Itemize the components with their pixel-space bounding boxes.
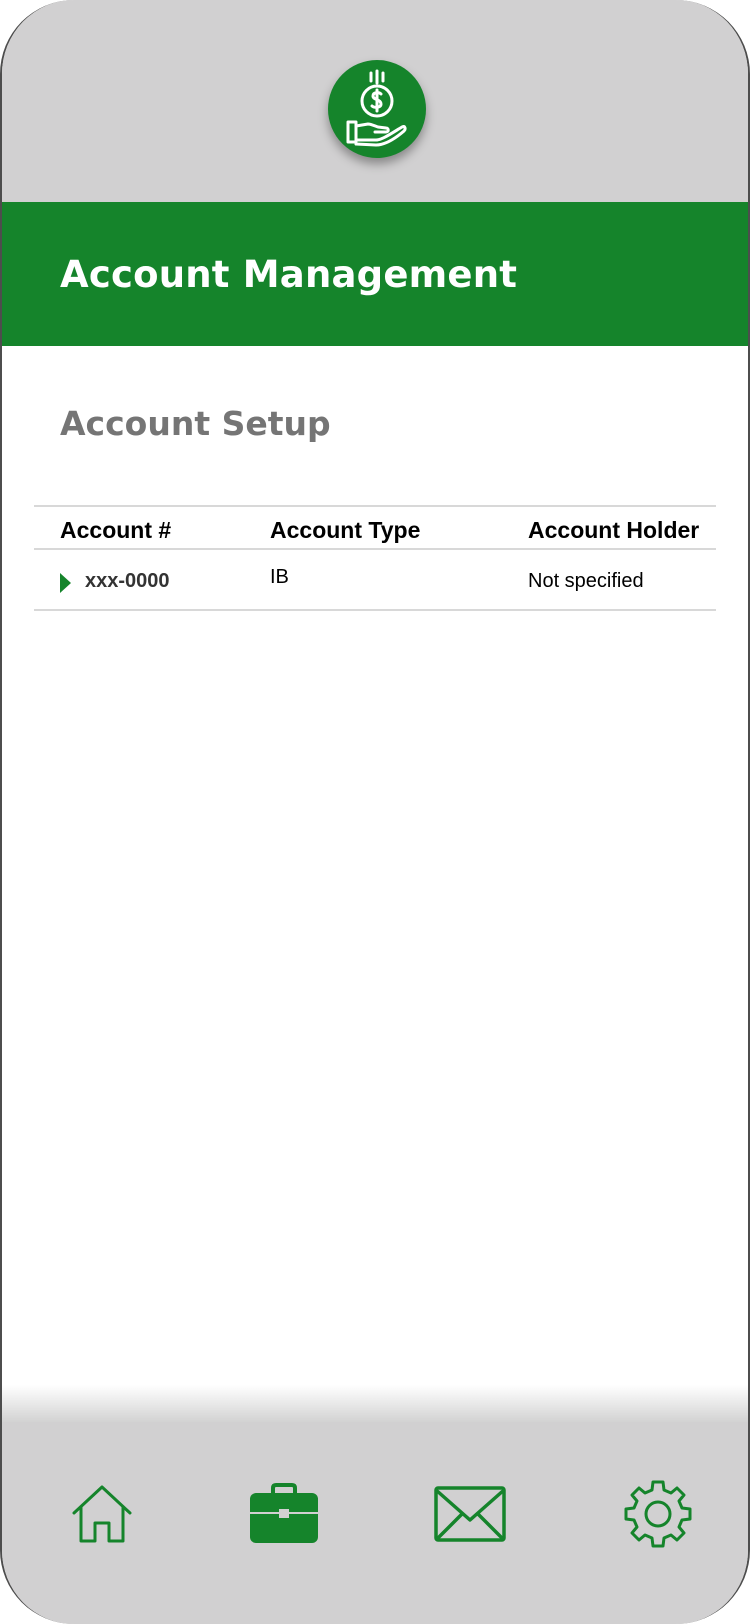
home-icon [72, 1485, 132, 1543]
expand-caret-icon[interactable] [60, 572, 71, 593]
table-row[interactable]: xxx-0000 IB Not specified [34, 550, 716, 611]
account-number: xxx-0000 [85, 570, 170, 592]
app-logo [328, 60, 426, 158]
briefcase-icon [250, 1483, 318, 1543]
account-type-cell: IB [270, 566, 289, 588]
section-title: Account Setup [60, 404, 331, 443]
mail-icon [434, 1486, 506, 1542]
account-holder-cell: Not specified [528, 570, 644, 592]
tab-messages[interactable] [430, 1474, 510, 1554]
app-screen: Account Management Account Setup Account… [0, 0, 750, 1624]
gear-icon [624, 1480, 692, 1548]
hand-holding-dollar-icon [346, 69, 407, 147]
tab-settings[interactable] [618, 1474, 698, 1554]
tab-home[interactable] [62, 1474, 142, 1554]
top-bar [2, 0, 748, 202]
accounts-table: Account # Account Type Account Holder xx… [34, 505, 716, 611]
page-header: Account Management [2, 202, 748, 346]
column-header-account-type: Account Type [270, 517, 421, 543]
bottom-tab-bar [2, 1422, 748, 1624]
account-number-cell[interactable]: xxx-0000 [60, 570, 170, 593]
table-header-row: Account # Account Type Account Holder [34, 507, 716, 550]
tabbar-shadow [2, 1385, 748, 1423]
column-header-account-number: Account # [60, 517, 172, 543]
tab-accounts[interactable] [244, 1474, 324, 1554]
page-title: Account Management [60, 252, 518, 296]
column-header-account-holder: Account Holder [528, 517, 700, 543]
